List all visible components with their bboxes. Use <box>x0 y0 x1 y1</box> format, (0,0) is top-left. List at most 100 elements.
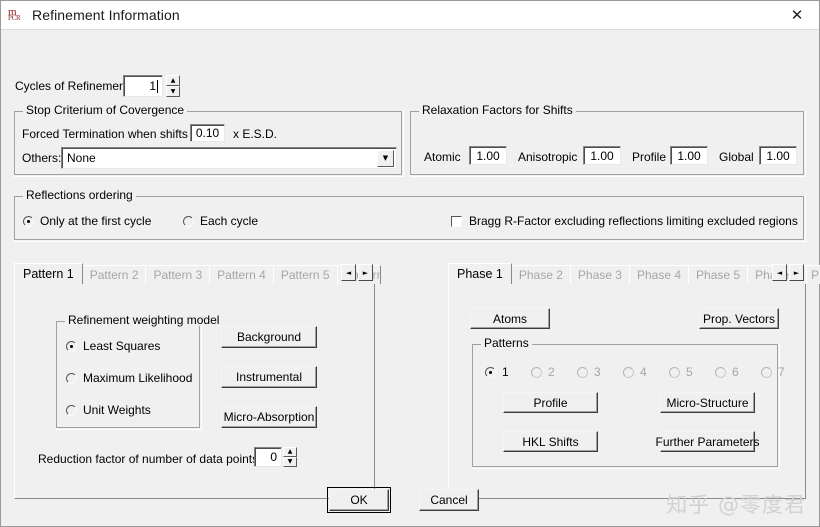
tab-scroll-right-icon[interactable]: ► <box>789 264 804 281</box>
radio-indicator-icon <box>23 215 34 227</box>
esd-label: x E.S.D. <box>233 127 278 141</box>
tab-pattern-3[interactable]: Pattern 3 <box>145 265 211 284</box>
tab-pattern-2[interactable]: Pattern 2 <box>81 265 147 284</box>
radio-maximum-likelihood-label: Maximum Likelihood <box>83 371 193 385</box>
radio-only-first-cycle[interactable]: Only at the first cycle <box>23 214 151 228</box>
tab-label: P <box>811 268 820 282</box>
radio-each-cycle[interactable]: Each cycle <box>183 214 258 228</box>
cycles-label: Cycles of Refinement: <box>15 79 133 93</box>
relax-atomic-label: Atomic <box>424 150 461 164</box>
radio-unit-weights-label: Unit Weights <box>83 403 151 417</box>
stop-criterion-group: Stop Criterium of Covergence Forced Term… <box>14 104 404 177</box>
pcr-file-icon: m PCR <box>8 5 21 22</box>
page-title: Refinement Information <box>32 7 180 23</box>
refinement-information-window: m PCR Refinement Information ✕ Cycles of … <box>0 0 820 527</box>
reduction-factor-label: Reduction factor of number of data point… <box>38 452 262 466</box>
patterns-group: Patterns 1 2 3 4 5 6 7 Profile Micro-Str… <box>472 337 785 469</box>
bragg-rfactor-checkbox[interactable]: Bragg R-Factor excluding reflections lim… <box>451 214 798 228</box>
radio-pattern-6[interactable]: 6 <box>715 365 739 379</box>
others-select[interactable]: None ▼ <box>61 147 397 169</box>
radio-pattern-7-label: 7 <box>778 365 785 379</box>
relax-atomic-input[interactable]: 1.00 <box>469 146 507 165</box>
relax-profile-input[interactable]: 1.00 <box>670 146 708 165</box>
reduction-factor-input[interactable]: 0 <box>254 447 282 467</box>
reduction-factor-spinner[interactable]: ▲ ▼ <box>283 447 297 467</box>
ok-button[interactable]: OK <box>327 487 391 513</box>
tab-label: Phase 2 <box>518 268 563 282</box>
phase-tab-control: Phase 1 Phase 2 Phase 3 Phase 4 Phase 5 … <box>448 263 820 499</box>
tab-pattern-5[interactable]: Pattern 5 <box>272 265 338 284</box>
phase-tabstrip: Phase 1 Phase 2 Phase 3 Phase 4 Phase 5 … <box>448 263 820 284</box>
tab-label: Phase 1 <box>457 267 503 281</box>
relaxation-legend: Relaxation Factors for Shifts <box>419 104 576 116</box>
radio-pattern-6-label: 6 <box>732 365 739 379</box>
cycles-input[interactable]: 1 <box>123 75 163 97</box>
tab-pattern-4[interactable]: Pattern 4 <box>209 265 274 284</box>
prop-vectors-button[interactable]: Prop. Vectors <box>699 308 779 329</box>
profile-button[interactable]: Profile <box>503 392 598 413</box>
tab-label: Phase 3 <box>577 268 622 282</box>
spinner-down-icon[interactable]: ▼ <box>283 457 297 467</box>
stop-criterion-legend: Stop Criterium of Covergence <box>23 104 188 116</box>
radio-indicator-icon <box>531 366 542 378</box>
others-label: Others: <box>22 151 62 165</box>
spinner-up-icon[interactable]: ▲ <box>283 447 297 457</box>
tab-phase-1[interactable]: Phase 1 <box>448 263 512 284</box>
tab-pattern-1[interactable]: Pattern 1 <box>14 263 83 284</box>
radio-pattern-2-label: 2 <box>548 365 555 379</box>
tab-phase-3[interactable]: Phase 3 <box>569 265 630 284</box>
relax-profile-value: 1.00 <box>677 148 701 163</box>
radio-each-cycle-label: Each cycle <box>200 214 259 228</box>
spinner-down-icon[interactable]: ▼ <box>166 86 180 97</box>
shift-threshold-input[interactable]: 0.10 <box>190 124 225 142</box>
tab-label: Pattern 2 <box>89 268 139 282</box>
hkl-shifts-button[interactable]: HKL Shifts <box>503 431 598 452</box>
tab-scroll-left-icon[interactable]: ◄ <box>341 264 356 281</box>
cancel-button[interactable]: Cancel <box>419 489 479 511</box>
cycles-spinner[interactable]: ▲ ▼ <box>166 75 180 97</box>
tab-phase-2[interactable]: Phase 2 <box>510 265 571 284</box>
relax-profile-label: Profile <box>632 150 667 164</box>
instrumental-button[interactable]: Instrumental <box>221 366 317 388</box>
dialog-body: Cycles of Refinement: 1 ▲ ▼ Stop Criteri… <box>1 30 820 526</box>
tab-label: Pattern 5 <box>280 268 330 282</box>
radio-indicator-icon <box>66 404 77 416</box>
background-button[interactable]: Background <box>221 326 317 348</box>
further-parameters-button[interactable]: Further Parameters <box>655 431 760 452</box>
tab-label: Phase 5 <box>696 268 741 282</box>
watermark: 知乎 @零度君 <box>666 493 806 517</box>
radio-pattern-1[interactable]: 1 <box>485 365 509 379</box>
others-value: None <box>67 151 96 165</box>
title-bar: m PCR Refinement Information ✕ <box>1 1 819 30</box>
radio-unit-weights[interactable]: Unit Weights <box>66 403 151 417</box>
radio-indicator-icon <box>669 366 680 378</box>
tab-phase-4[interactable]: Phase 4 <box>628 265 690 284</box>
chevron-down-icon[interactable]: ▼ <box>377 149 394 167</box>
radio-maximum-likelihood[interactable]: Maximum Likelihood <box>66 371 192 385</box>
radio-pattern-4[interactable]: 4 <box>623 365 647 379</box>
reduction-factor-value: 0 <box>270 450 277 464</box>
radio-pattern-5[interactable]: 5 <box>669 365 693 379</box>
spinner-up-icon[interactable]: ▲ <box>166 75 180 86</box>
radio-least-squares[interactable]: Least Squares <box>66 339 160 353</box>
radio-indicator-icon <box>715 366 726 378</box>
tab-label: Pattern 1 <box>23 267 74 281</box>
close-icon[interactable]: ✕ <box>775 1 819 29</box>
radio-pattern-7[interactable]: 7 <box>761 365 785 379</box>
radio-indicator-icon <box>485 366 496 378</box>
micro-structure-button[interactable]: Micro-Structure <box>660 392 755 413</box>
radio-pattern-2[interactable]: 2 <box>531 365 555 379</box>
tab-scroll-left-icon[interactable]: ◄ <box>772 264 787 281</box>
tab-phase-5[interactable]: Phase 5 <box>688 265 749 284</box>
relax-anisotropic-input[interactable]: 1.00 <box>583 146 621 165</box>
radio-indicator-icon <box>66 372 77 384</box>
text-caret <box>157 79 158 93</box>
tab-label: Phase 4 <box>636 268 682 282</box>
relax-global-input[interactable]: 1.00 <box>759 146 797 165</box>
atoms-button[interactable]: Atoms <box>470 308 550 329</box>
cycles-value: 1 <box>149 79 156 93</box>
radio-pattern-3[interactable]: 3 <box>577 365 601 379</box>
micro-absorption-button[interactable]: Micro-Absorption <box>221 406 317 428</box>
tab-scroll-right-icon[interactable]: ► <box>358 264 373 281</box>
tab-phase-7[interactable]: P <box>806 265 820 284</box>
